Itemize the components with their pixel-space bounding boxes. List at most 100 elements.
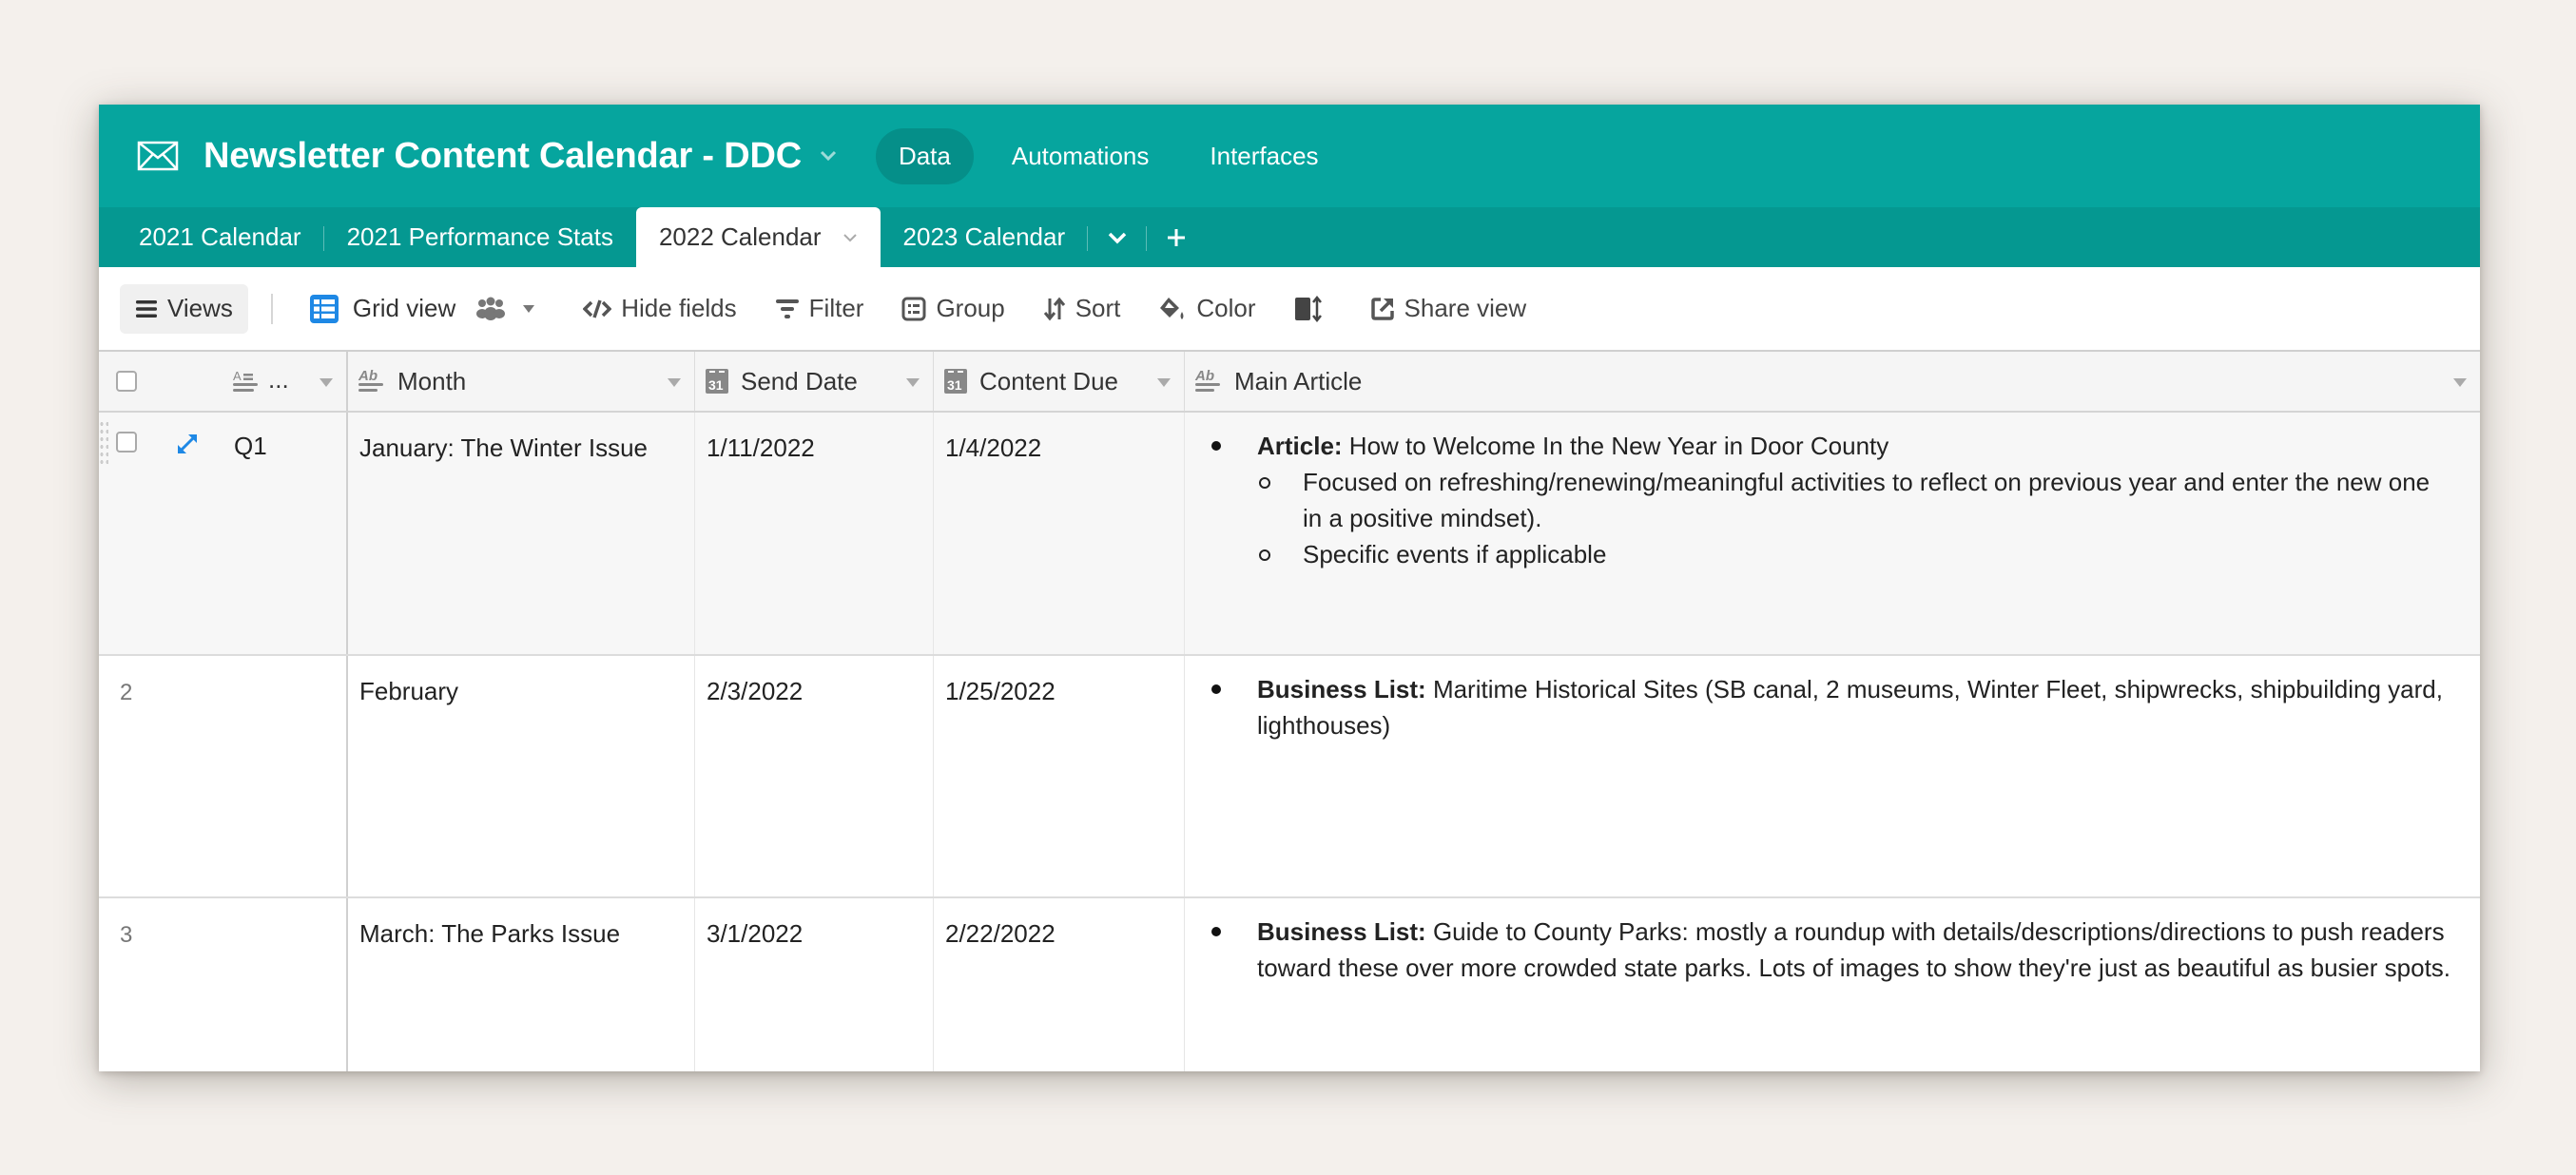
grid-view-icon [309,294,339,323]
color-label: Color [1196,294,1256,322]
main-article-cell[interactable]: Article: How to Welcome In the New Year … [1185,413,2480,654]
tab-2021-performance-stats[interactable]: 2021 Performance Stats [324,207,636,267]
caret-down-icon[interactable] [906,378,920,387]
column-label: Main Article [1234,366,1363,395]
svg-text:Ab: Ab [1194,368,1214,384]
all-tables-button[interactable] [1088,207,1148,267]
long-text-icon: A [233,369,258,392]
tab-label: 2022 Calendar [658,222,822,251]
bullet-item: Business List: Guide to County Parks: mo… [1211,914,2451,986]
filter-icon [775,299,799,318]
main-article-cell[interactable]: Business List: Maritime Historical Sites… [1185,656,2480,896]
caret-down-icon[interactable] [668,378,681,387]
send-date-cell[interactable]: 1/11/2022 [695,413,934,654]
sort-label: Sort [1075,294,1121,322]
tab-2023-calendar[interactable]: 2023 Calendar [881,207,1089,267]
table-row[interactable]: 2 February 2/3/2022 1/25/2022 Business L… [99,656,2480,898]
nav-automations[interactable]: Automations [989,128,1172,184]
group-label: Group [936,294,1005,322]
bullet-text: Guide to County Parks: mostly a roundup … [1257,917,2451,982]
svg-text:Ab: Ab [358,368,378,384]
row-number: 3 [120,922,133,948]
bullet-text: How to Welcome In the New Year in Door C… [1342,432,1889,460]
view-name: Grid view [352,294,456,322]
column-header-content-due[interactable]: 31 Content Due [934,352,1185,411]
send-date-cell[interactable]: 2/3/2022 [695,656,934,896]
content-due-cell[interactable]: 2/22/2022 [934,898,1185,1071]
caret-down-icon[interactable] [2453,378,2467,387]
row-header: 2 [99,656,348,896]
filter-label: Filter [808,294,864,322]
tab-2022-calendar[interactable]: 2022 Calendar [635,207,881,267]
group-icon [901,297,926,320]
nav-interfaces[interactable]: Interfaces [1187,128,1341,184]
column-label: Send Date [741,366,858,395]
column-label: Content Due [979,366,1118,395]
tab-2021-calendar[interactable]: 2021 Calendar [116,207,324,267]
column-header-main-article[interactable]: Ab Main Article [1185,352,2480,411]
drag-handle[interactable] [99,420,108,468]
paint-bucket-icon [1160,297,1184,319]
sort-button[interactable]: Sort [1043,284,1121,334]
hide-fields-label: Hide fields [621,294,737,322]
share-view-button[interactable]: Share view [1370,284,1527,334]
records-grid: A ... Ab Month 31 Send Date 31 Content D… [99,352,2480,1071]
svg-text:A: A [233,369,242,383]
text-field-icon: Ab [358,368,383,392]
bullet-label: Article: [1257,432,1343,460]
caret-down-icon[interactable] [320,378,333,387]
view-switcher[interactable]: Grid view [309,284,545,334]
main-article-cell[interactable]: Business List: Guide to County Parks: mo… [1185,898,2480,1071]
collaborative-view-icon [476,297,506,320]
color-button[interactable]: Color [1158,284,1256,334]
hide-fields-button[interactable]: Hide fields [583,284,737,334]
bullet-label: Business List: [1257,917,1426,946]
row-header: 3 [99,898,348,1071]
sub-bullet-item: Specific events if applicable [1259,536,2451,572]
table-tabs: 2021 Calendar 2021 Performance Stats 202… [99,207,2480,267]
filter-button[interactable]: Filter [775,284,864,334]
table-row[interactable]: Q1 January: The Winter Issue 1/11/2022 1… [99,413,2480,656]
row-height-button[interactable] [1294,284,1332,334]
group-button[interactable]: Group [901,284,1005,334]
share-view-label: Share view [1404,294,1527,322]
content-due-cell[interactable]: 1/4/2022 [934,413,1185,654]
month-cell[interactable]: March: The Parks Issue [348,898,695,1071]
hamburger-icon [136,299,157,318]
content-due-cell[interactable]: 1/25/2022 [934,656,1185,896]
nav-data[interactable]: Data [875,127,974,184]
add-table-button[interactable] [1147,207,1206,267]
caret-down-icon[interactable] [1157,378,1171,387]
column-header-send-date[interactable]: 31 Send Date [695,352,934,411]
sub-bullet-item: Focused on refreshing/renewing/meaningfu… [1259,464,2451,536]
bullet-item: Business List: Maritime Historical Sites… [1211,671,2451,743]
svg-text:31: 31 [947,377,962,393]
column-header-month[interactable]: Ab Month [348,352,695,411]
view-toolbar: Views Grid view Hide fields Filter Group… [99,267,2480,352]
column-label: Month [397,366,467,395]
chevron-down-icon[interactable] [819,149,838,163]
primary-field-value[interactable]: Q1 [234,428,267,464]
table-row[interactable]: 3 March: The Parks Issue 3/1/2022 2/22/2… [99,898,2480,1071]
row-checkbox[interactable] [116,432,137,453]
toolbar-divider [270,293,273,324]
select-all-checkbox[interactable] [116,371,137,392]
column-header-primary[interactable]: A ... [99,352,348,411]
sort-icon [1043,297,1065,320]
column-header-row: A ... Ab Month 31 Send Date 31 Content D… [99,352,2480,413]
views-button[interactable]: Views [120,283,248,334]
envelope-icon [137,141,179,171]
chevron-down-icon[interactable] [843,233,858,242]
svg-text:31: 31 [708,377,724,393]
expand-record-icon[interactable] [175,432,200,456]
month-cell[interactable]: January: The Winter Issue [348,413,695,654]
send-date-cell[interactable]: 3/1/2022 [695,898,934,1071]
base-title[interactable]: Newsletter Content Calendar - DDC [203,136,802,177]
eye-slash-icon [583,299,612,318]
row-header: Q1 [99,413,348,654]
plus-icon [1168,228,1186,246]
tab-label: 2021 Performance Stats [346,222,613,251]
month-cell[interactable]: February [348,656,695,896]
share-external-icon [1370,297,1394,320]
tab-label: 2021 Calendar [139,222,301,251]
